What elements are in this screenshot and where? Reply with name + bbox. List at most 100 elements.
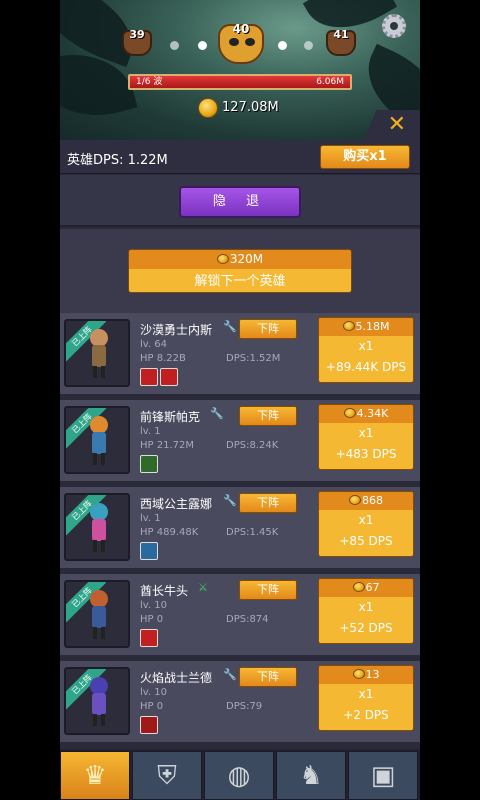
hero-dps: DPS:79 bbox=[226, 701, 263, 712]
sprite-legs bbox=[93, 453, 105, 465]
shield-skill-icon[interactable] bbox=[140, 716, 158, 734]
sprite-legs bbox=[93, 366, 105, 378]
level-up-cost: 5.18M bbox=[319, 318, 413, 336]
close-icon[interactable]: ✕ bbox=[388, 113, 406, 137]
gold-amount: 127.08M bbox=[222, 100, 279, 115]
hero-level: lv. 1 bbox=[140, 513, 161, 524]
wrench-icon[interactable]: 🔧 bbox=[210, 408, 224, 420]
hero-hp: HP 21.72M bbox=[140, 440, 194, 451]
hero-sprite bbox=[86, 329, 112, 379]
unlock-cost-value: 320M bbox=[229, 252, 264, 266]
hero-portrait[interactable]: 已上阵 bbox=[64, 493, 130, 561]
level-up-multiplier: x1 bbox=[358, 426, 374, 440]
hero-card: 已上阵 西域公主露娜 🔧 lv. 1 HP 489.48K DPS:1.45K … bbox=[60, 487, 420, 571]
sprite-legs bbox=[93, 627, 105, 639]
hero-hp: HP 0 bbox=[140, 614, 164, 625]
level-up-cost-value: 868 bbox=[362, 494, 383, 507]
unlock-panel: 320M 解锁下一个英雄 bbox=[60, 229, 420, 313]
level-up-gain: +2 DPS bbox=[343, 708, 389, 722]
stage-dot bbox=[170, 41, 179, 50]
sprite-body bbox=[92, 519, 106, 541]
unlock-label: 解锁下一个英雄 bbox=[129, 269, 351, 292]
swords-icon[interactable]: ⚔ bbox=[198, 582, 210, 594]
hero-sprite bbox=[86, 677, 112, 727]
level-up-button[interactable]: 868 x1 +85 DPS bbox=[318, 491, 414, 557]
wrench-icon[interactable]: 🔧 bbox=[223, 495, 237, 507]
gear-icon[interactable] bbox=[382, 14, 406, 38]
nav-tab-shop[interactable]: ▣ bbox=[348, 751, 418, 800]
level-up-button[interactable]: 13 x1 +2 DPS bbox=[318, 665, 414, 731]
nav-tab-pets[interactable]: ◍ bbox=[204, 751, 274, 800]
hero-dps: DPS:1.45K bbox=[226, 527, 279, 538]
sprite-body bbox=[92, 606, 106, 628]
hero-level: lv. 64 bbox=[140, 339, 168, 350]
fire-skill-icon[interactable] bbox=[140, 368, 158, 386]
dismiss-hero-button[interactable]: 下阵 bbox=[239, 406, 297, 426]
stage-dot bbox=[198, 41, 207, 50]
nav-tab-equipment[interactable]: ⛨ bbox=[132, 751, 202, 800]
bottom-nav: ♛ ⛨ ◍ ♞ ▣ bbox=[60, 749, 420, 800]
hero-portrait[interactable]: 已上阵 bbox=[64, 580, 130, 648]
skull-eye bbox=[229, 38, 239, 46]
sprite-body bbox=[92, 345, 106, 367]
hero-level: lv. 10 bbox=[140, 687, 168, 698]
hero-level: lv. 1 bbox=[140, 426, 161, 437]
coin-icon bbox=[342, 321, 355, 331]
lightning-skill-icon[interactable] bbox=[140, 455, 158, 473]
fire-skill-icon[interactable] bbox=[140, 629, 158, 647]
coin-icon bbox=[343, 408, 356, 418]
hero-dps-text: 英雄DPS: 1.22M bbox=[67, 153, 168, 168]
skull-eye bbox=[245, 38, 255, 46]
hero-dps: DPS:8.24K bbox=[226, 440, 279, 451]
hero-portrait[interactable]: 已上阵 bbox=[64, 667, 130, 735]
level-up-cost-value: 13 bbox=[365, 668, 380, 681]
crown-icon: ♛ bbox=[83, 761, 107, 791]
level-up-button[interactable]: 67 x1 +52 DPS bbox=[318, 578, 414, 644]
egg-icon: ◍ bbox=[227, 761, 251, 791]
unlock-hero-button[interactable]: 320M 解锁下一个英雄 bbox=[128, 249, 352, 293]
hero-card: 已上阵 火焰战士兰德 🔧 lv. 10 HP 0 DPS:79 下阵 13 x1… bbox=[60, 661, 420, 745]
ice-skill-icon[interactable] bbox=[140, 542, 158, 560]
wrench-icon[interactable]: 🔧 bbox=[223, 669, 237, 681]
dismiss-hero-button[interactable]: 下阵 bbox=[239, 319, 297, 339]
level-up-gain: +85 DPS bbox=[339, 534, 393, 548]
nav-tab-heroes[interactable]: ♛ bbox=[60, 751, 130, 800]
sprite-body bbox=[92, 432, 106, 454]
hero-dps: DPS:1.52M bbox=[226, 353, 281, 364]
nav-tab-knights[interactable]: ♞ bbox=[276, 751, 346, 800]
hero-name: 沙漠勇士内斯 bbox=[140, 323, 213, 337]
coin-icon bbox=[352, 669, 365, 679]
level-up-multiplier: x1 bbox=[358, 687, 374, 701]
sword-shield-icon: ⛨ bbox=[157, 761, 177, 791]
level-up-multiplier: x1 bbox=[358, 600, 374, 614]
hero-hp: HP 0 bbox=[140, 701, 164, 712]
sprite-legs bbox=[93, 540, 105, 552]
dismiss-hero-button[interactable]: 下阵 bbox=[239, 493, 297, 513]
fire-skill-icon[interactable] bbox=[160, 368, 178, 386]
hero-name: 前锋斯帕克 bbox=[140, 410, 201, 424]
stage-dot bbox=[304, 41, 313, 50]
level-up-gain: +89.44K DPS bbox=[325, 360, 407, 374]
hero-dps: DPS:874 bbox=[226, 614, 269, 625]
level-up-cost-value: 4.34K bbox=[356, 407, 389, 420]
wave-hp: 6.06M bbox=[316, 77, 344, 87]
hero-portrait[interactable]: 已上阵 bbox=[64, 406, 130, 474]
level-up-button[interactable]: 4.34K x1 +483 DPS bbox=[318, 404, 414, 470]
game-screen: 39 40 41 1/6 波 6.06M 127.08M ✕ 英雄DPS: 1.… bbox=[60, 0, 420, 800]
hero-portrait[interactable]: 已上阵 bbox=[64, 319, 130, 387]
retire-button[interactable]: 隐 退 bbox=[179, 186, 301, 218]
level-up-cost: 13 bbox=[319, 666, 413, 684]
dismiss-hero-button[interactable]: 下阵 bbox=[239, 667, 297, 687]
level-up-cost-value: 67 bbox=[365, 581, 380, 594]
level-up-button[interactable]: 5.18M x1 +89.44K DPS bbox=[318, 317, 414, 383]
wave-progress-bar: 1/6 波 6.06M bbox=[128, 74, 352, 90]
wrench-icon[interactable]: 🔧 bbox=[223, 321, 237, 333]
close-tab[interactable]: ✕ bbox=[364, 110, 420, 140]
hero-hp: HP 489.48K bbox=[140, 527, 199, 538]
level-up-gain: +483 DPS bbox=[335, 447, 397, 461]
buy-multiplier-button[interactable]: 购买x1 bbox=[320, 145, 410, 169]
retire-panel: 隐 退 bbox=[60, 175, 420, 227]
hero-card: 已上阵 酋长牛头 ⚔ lv. 10 HP 0 DPS:874 下阵 67 x1 … bbox=[60, 574, 420, 658]
hero-hp: HP 8.22B bbox=[140, 353, 186, 364]
dismiss-hero-button[interactable]: 下阵 bbox=[239, 580, 297, 600]
